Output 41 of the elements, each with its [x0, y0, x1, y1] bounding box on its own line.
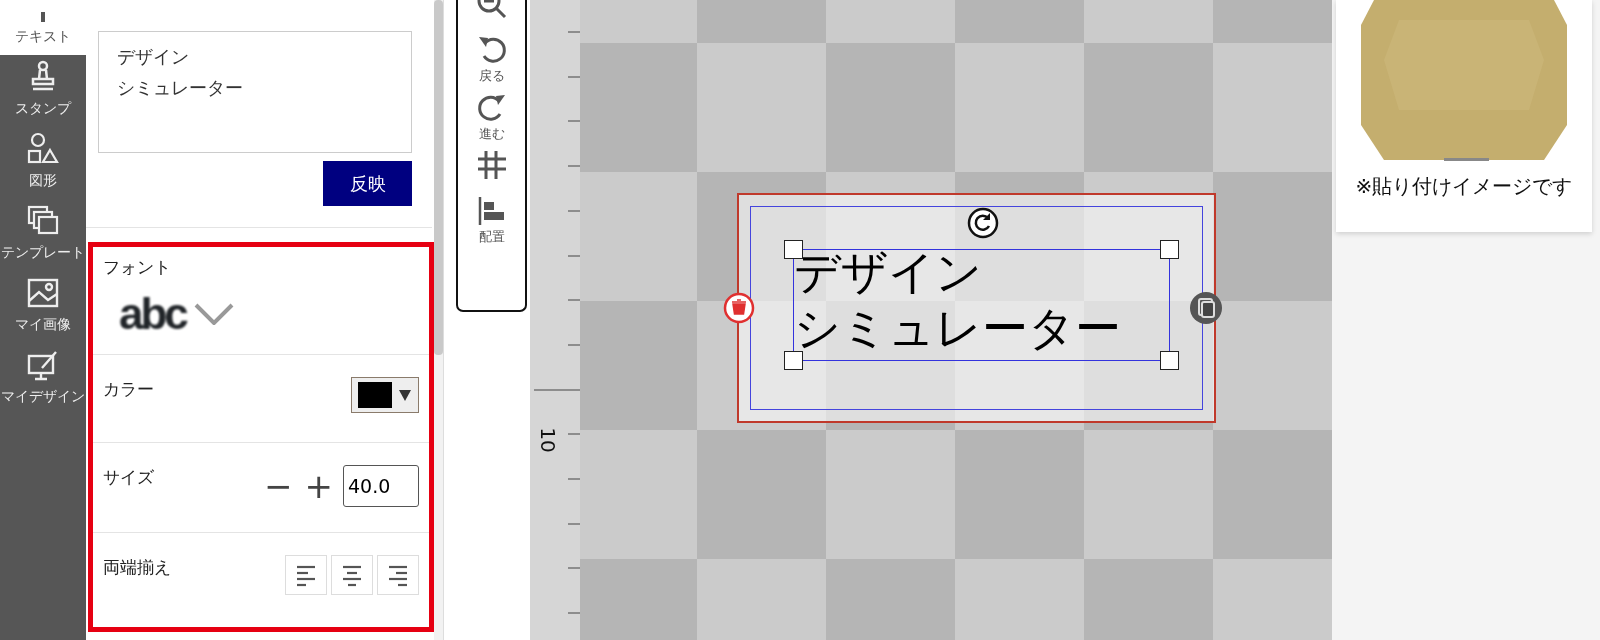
font-label: フォント: [103, 256, 171, 279]
text-input[interactable]: デザイン シミュレーター: [98, 31, 412, 153]
sidebar-item[interactable]: テキスト: [0, 0, 86, 55]
toolbar-undo-button[interactable]: 戻る: [475, 34, 508, 86]
sidebar-item[interactable]: マイ画像: [0, 271, 86, 343]
shapes-icon: [26, 132, 60, 166]
align-right-button[interactable]: [377, 555, 419, 595]
caret-icon: [398, 388, 412, 402]
toolbar-grid-button[interactable]: [475, 149, 508, 181]
text-line: デザイン: [117, 45, 189, 69]
resize-handle[interactable]: [784, 351, 803, 370]
toolbar-align-button[interactable]: 配置: [475, 195, 508, 247]
resize-handle[interactable]: [1160, 240, 1179, 259]
chevron-down-icon: [193, 302, 234, 325]
canvas-text: デザイン: [794, 244, 982, 300]
plus-button[interactable]: +: [298, 469, 339, 503]
font-dropdown[interactable]: abc: [103, 280, 234, 347]
copy-button[interactable]: [1189, 291, 1223, 325]
resize-handle[interactable]: [1160, 351, 1179, 370]
toolbar-redo-button[interactable]: 進む: [475, 91, 508, 143]
text-line: シミュレーター: [117, 75, 243, 100]
sidebar-item[interactable]: 図形: [0, 127, 86, 199]
apply-button[interactable]: 反映: [323, 161, 412, 206]
alignment-label: 両端揃え: [103, 556, 171, 579]
align-left-button[interactable]: [285, 555, 327, 595]
color-label: カラー: [103, 378, 154, 401]
size-field[interactable]: 40.0: [343, 465, 419, 507]
ruler-label: 10: [534, 427, 561, 453]
size-label: サイズ: [103, 466, 154, 489]
preview-caption: ※貼り付けイメージです: [1355, 173, 1573, 200]
sidebar-item[interactable]: マイデザイン: [0, 343, 86, 415]
sidebar-item[interactable]: テンプレート: [0, 199, 86, 271]
grid-icon: [475, 149, 508, 181]
minus-button[interactable]: −: [258, 469, 299, 503]
color-picker[interactable]: [351, 377, 419, 413]
image-icon: [26, 276, 60, 310]
canvas-text: シミュレーター: [794, 300, 1121, 356]
align-center-button[interactable]: [331, 555, 373, 595]
sidebar-item[interactable]: スタンプ: [0, 55, 86, 127]
delete-button[interactable]: [723, 292, 755, 324]
rotate-handle[interactable]: [967, 207, 999, 239]
